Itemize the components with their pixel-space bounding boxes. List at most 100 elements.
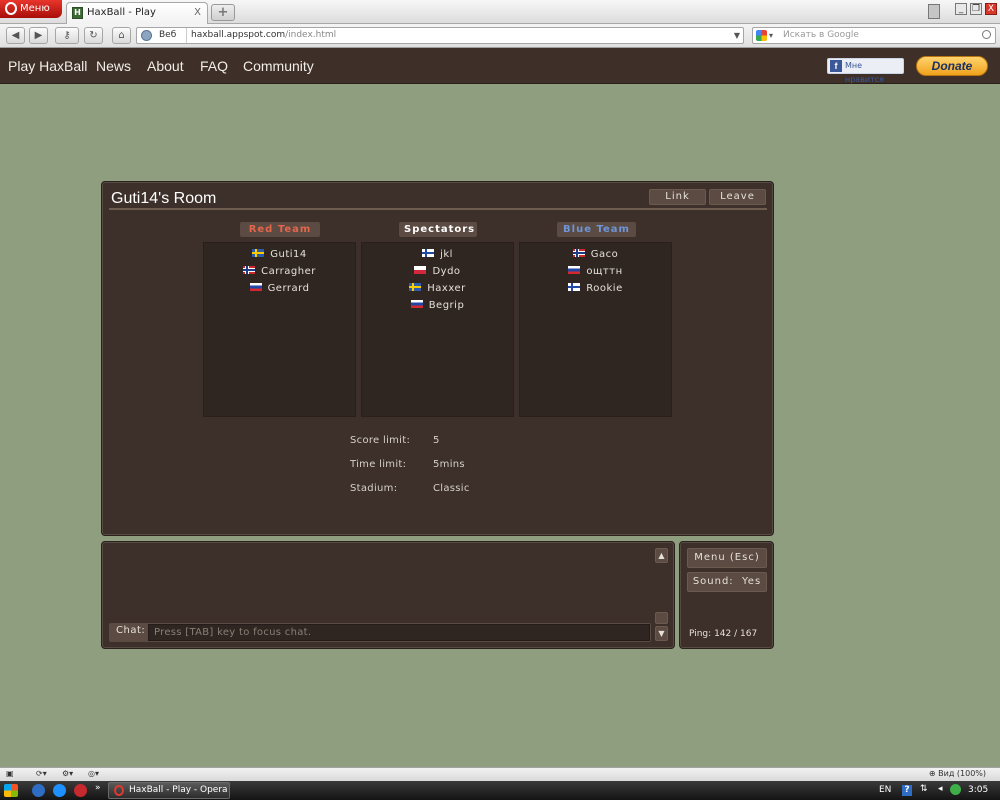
player-row[interactable]: Dydo (362, 265, 513, 282)
player-name: Gerrard (267, 283, 310, 294)
taskbar-opera-window[interactable]: HaxBall - Play - Opera (108, 782, 230, 799)
link-button[interactable]: Link (649, 189, 706, 205)
donate-button[interactable]: Donate (916, 56, 988, 76)
flag-ru-icon (568, 266, 581, 274)
browser-tab-bar: Меню H HaxBall - Play X + _ ❐ X (0, 0, 1000, 24)
start-button[interactable] (4, 784, 18, 797)
score-limit-setting[interactable]: Score limit: 5 (350, 435, 439, 446)
flag-ru-icon (249, 283, 262, 291)
spectators-list[interactable]: jkl Dydo Haxxer Begrip (361, 242, 514, 417)
home-button[interactable]: ⌂ (112, 27, 131, 44)
player-row[interactable]: Gerrard (204, 282, 355, 299)
reload-icon: ↻ (89, 30, 98, 41)
leave-button[interactable]: Leave (709, 189, 766, 205)
player-name: Dydo (432, 266, 461, 277)
opera-quicklaunch-icon[interactable] (74, 784, 87, 797)
nav-faq[interactable]: FAQ (200, 58, 228, 74)
reload-button[interactable]: ↻ (84, 27, 103, 44)
language-indicator[interactable]: EN (879, 785, 891, 795)
restore-button[interactable]: ❐ (970, 3, 982, 15)
chat-input[interactable] (148, 624, 650, 641)
tab-close-button[interactable]: X (194, 3, 201, 23)
zoom-label: Вид (100%) (938, 769, 986, 778)
address-bar[interactable]: Веб haxball.appspot.com/index.html ▼ (136, 27, 744, 44)
skype-icon[interactable] (53, 784, 66, 797)
time-limit-value[interactable]: 5mins (433, 459, 465, 470)
url-text[interactable]: haxball.appspot.com/index.html (191, 28, 336, 43)
chat-scrollbar-thumb[interactable] (655, 612, 668, 624)
flag-pl-icon (414, 266, 427, 274)
red-team-label[interactable]: Red Team (240, 222, 320, 237)
forward-button[interactable]: ▶ (29, 27, 48, 44)
search-engine-dropdown-icon[interactable]: ▾ (769, 28, 773, 43)
nav-community[interactable]: Community (243, 58, 314, 74)
flag-fi-icon (568, 283, 581, 291)
volume-tray-icon[interactable]: ◂ (938, 784, 943, 794)
speed-dial-icon[interactable]: ⟳▾ (36, 769, 47, 778)
tab-haxball-play[interactable]: H HaxBall - Play X (66, 2, 208, 24)
tray-status-icon[interactable] (950, 784, 961, 795)
help-tray-icon[interactable]: ? (902, 785, 912, 796)
score-limit-value[interactable]: 5 (433, 435, 440, 446)
network-tray-icon[interactable]: ⇅ (920, 784, 928, 794)
search-box[interactable]: ▾ Искать в Google (752, 27, 996, 44)
new-tab-button[interactable]: + (211, 4, 235, 21)
nav-news[interactable]: News (96, 58, 131, 74)
zoom-control[interactable]: ⊕ Вид (100%) (929, 769, 986, 778)
facebook-like-button[interactable]: f Мне нравится (827, 58, 904, 84)
stadium-value[interactable]: Classic (433, 483, 470, 494)
turbo-icon[interactable]: ⚙▾ (62, 769, 73, 778)
player-row[interactable]: Haxxer (362, 282, 513, 299)
opera-menu-button[interactable]: Меню (0, 0, 62, 18)
back-arrow-icon: ◀ (11, 30, 20, 41)
chat-input-bar: Chat: (109, 623, 651, 642)
zoom-icon: ⊕ (928, 769, 936, 778)
game-side-panel: Menu (Esc) Sound: Yes Ping: 142 / 167 (679, 541, 774, 649)
key-icon: ⚷ (63, 30, 71, 41)
player-row[interactable]: jkl (362, 248, 513, 265)
blue-team-label[interactable]: Blue Team (557, 222, 636, 237)
quicklaunch-media-icon[interactable] (32, 784, 45, 797)
stadium-label: Stadium: (350, 483, 398, 494)
player-row[interactable]: Carragher (204, 265, 355, 282)
search-icon[interactable] (982, 30, 991, 39)
quicklaunch-more-icon[interactable]: » (95, 783, 101, 793)
settings-icon[interactable]: ◎▾ (88, 769, 99, 778)
taskbar-window-label: HaxBall - Play - Opera (129, 785, 228, 795)
flag-fi-icon (422, 249, 435, 257)
trash-icon[interactable] (928, 4, 940, 19)
home-icon: ⌂ (118, 30, 125, 41)
panel-toggle-icon[interactable]: ▣ (6, 769, 14, 778)
opera-task-icon (114, 785, 124, 796)
menu-button[interactable]: Menu (Esc) (687, 548, 767, 568)
facebook-icon: f (830, 60, 842, 72)
player-name: jkl (440, 249, 453, 260)
chat-scroll-down-button[interactable]: ▼ (655, 626, 668, 641)
minimize-button[interactable]: _ (955, 3, 967, 15)
blue-team-list[interactable]: Gaco ощттн Rookie (519, 242, 672, 417)
player-row[interactable]: Gaco (520, 248, 671, 265)
sound-toggle-button[interactable]: Sound: Yes (687, 572, 767, 592)
clock[interactable]: 3:05 (968, 785, 988, 795)
browser-nav-bar: ◀ ▶ ⚷ ↻ ⌂ Веб haxball.appspot.com/index.… (0, 24, 1000, 48)
sound-value: Yes (742, 576, 762, 587)
spectators-label[interactable]: Spectators (399, 222, 477, 237)
wand-button[interactable]: ⚷ (55, 27, 79, 44)
nav-about[interactable]: About (147, 58, 184, 74)
back-button[interactable]: ◀ (6, 27, 25, 44)
player-row[interactable]: Begrip (362, 299, 513, 316)
chat-scroll-up-button[interactable]: ▲ (655, 548, 668, 563)
address-dropdown-icon[interactable]: ▼ (734, 28, 740, 43)
close-window-button[interactable]: X (985, 3, 997, 15)
google-icon[interactable] (756, 30, 767, 41)
player-row[interactable]: Rookie (520, 282, 671, 299)
player-row[interactable]: ощттн (520, 265, 671, 282)
facebook-like-label: Мне нравится (845, 61, 884, 84)
stadium-setting[interactable]: Stadium: Classic (350, 483, 469, 494)
security-badge[interactable]: Веб (155, 28, 187, 43)
player-row[interactable]: Guti14 (204, 248, 355, 265)
red-team-list[interactable]: Guti14 Carragher Gerrard (203, 242, 356, 417)
nav-play-haxball[interactable]: Play HaxBall (8, 58, 87, 74)
flag-se-icon (409, 283, 422, 291)
time-limit-setting[interactable]: Time limit: 5mins (350, 459, 465, 470)
